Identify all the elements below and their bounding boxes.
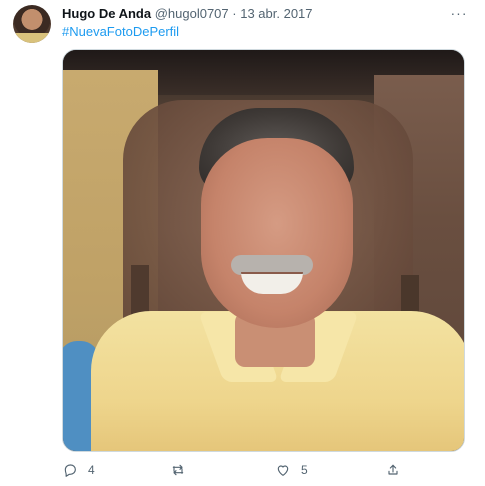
reply-count: 4	[88, 463, 95, 477]
retweet-icon	[172, 464, 184, 476]
tweet-header: Hugo De Anda @hugol0707 · 13 abr. 2017	[62, 6, 465, 22]
share-button[interactable]	[385, 461, 411, 479]
tweet[interactable]: Hugo De Anda @hugol0707 · 13 abr. 2017 ·…	[0, 0, 485, 486]
timestamp[interactable]: 13 abr. 2017	[240, 6, 312, 21]
avatar-shirt	[13, 33, 51, 43]
avatar[interactable]	[13, 5, 51, 43]
more-horizontal-icon[interactable]: ···	[449, 3, 469, 23]
like-count: 5	[301, 463, 308, 477]
like-icon	[277, 465, 289, 476]
hashtag-link[interactable]: #NuevaFotoDePerfil	[62, 24, 179, 40]
photo-face	[201, 138, 353, 328]
display-name[interactable]: Hugo De Anda	[62, 6, 151, 21]
share-icon	[388, 464, 398, 475]
timestamp-separator: ·	[232, 6, 237, 21]
like-button[interactable]: 5	[275, 461, 308, 479]
reply-icon	[64, 464, 76, 477]
retweet-button[interactable]	[170, 461, 196, 479]
handle[interactable]: @hugol0707	[155, 6, 229, 21]
tweet-media-photo[interactable]	[62, 49, 465, 452]
reply-button[interactable]: 4	[62, 461, 95, 479]
tweet-actions: 4 5	[62, 461, 402, 479]
